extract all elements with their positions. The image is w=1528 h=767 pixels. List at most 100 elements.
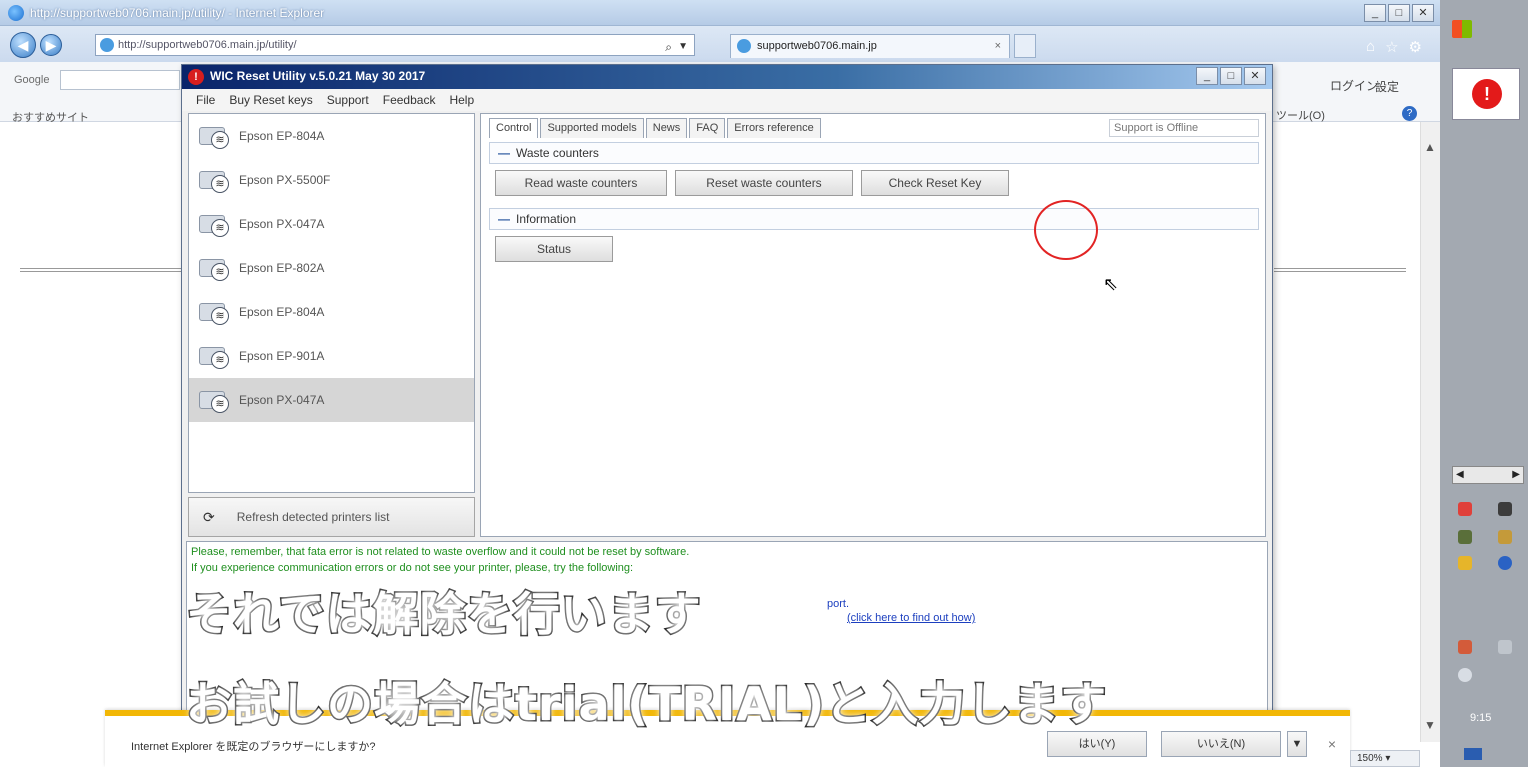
tray-pen-icon[interactable] — [1498, 502, 1512, 516]
subtitle-line-2: お試しの場合はtrial(TRIAL)と入力します — [184, 676, 1108, 733]
mouse-pointer-icon: ⇖ — [1103, 274, 1119, 294]
collapse-icon[interactable]: — — [498, 146, 510, 160]
info-line: If you experience communication errors o… — [191, 562, 634, 574]
information-header[interactable]: — Information — [489, 208, 1259, 230]
menu-file[interactable]: File — [196, 93, 215, 107]
forward-icon[interactable]: ▶ — [40, 34, 62, 56]
tab-control[interactable]: Control — [489, 118, 539, 138]
page-divider — [1274, 268, 1406, 272]
wic-menubar: File Buy Reset keys Support Feedback Hel… — [182, 89, 1272, 111]
page-divider — [20, 268, 185, 272]
settings-link[interactable]: 設定 — [1375, 78, 1399, 95]
horizontal-scrollbar[interactable]: ◀ ▶ — [1452, 466, 1524, 484]
page-scrollbar[interactable] — [1420, 122, 1440, 742]
printer-name: Epson EP-804A — [239, 305, 325, 319]
tab-supported-models[interactable]: Supported models — [540, 118, 644, 138]
browser-tab[interactable]: supportweb0706.main.jp × — [730, 34, 1010, 58]
menu-help[interactable]: Help — [449, 93, 474, 107]
new-tab-button[interactable] — [1014, 34, 1036, 58]
wic-titlebar: ! WIC Reset Utility v.5.0.21 May 30 2017… — [182, 65, 1272, 89]
desktop-sidebar: ! ◀ ▶ 9:15 — [1440, 0, 1528, 767]
tray-alert-icon[interactable] — [1458, 502, 1472, 516]
gear-icon[interactable]: ⚙ — [1409, 38, 1422, 56]
tray-tool-icon[interactable] — [1498, 530, 1512, 544]
printer-item-selected[interactable]: ≋ Epson PX-047A — [189, 378, 474, 422]
printer-item[interactable]: ≋ Epson PX-047A — [189, 202, 474, 246]
favorites-star-icon[interactable]: ☆ — [1385, 38, 1398, 56]
minimize-button[interactable]: _ — [1364, 4, 1386, 22]
back-icon[interactable]: ◀ — [10, 32, 36, 58]
printer-name: Epson EP-901A — [239, 349, 325, 363]
scroll-right-icon[interactable]: ▶ — [1512, 467, 1520, 483]
notification-no-button[interactable]: いいえ(N) — [1161, 731, 1281, 757]
tray-display-icon[interactable] — [1498, 640, 1512, 654]
printer-item[interactable]: ≋ Epson EP-901A — [189, 334, 474, 378]
google-toolbar-label: Google — [14, 74, 50, 86]
printer-item[interactable]: ≋ Epson PX-5500F — [189, 158, 474, 202]
wifi-printer-icon: ≋ — [199, 253, 229, 283]
refresh-icon: ⟳ — [203, 508, 215, 525]
browser-titlebar: http://supportweb0706.main.jp/utility/ -… — [0, 0, 1440, 26]
search-icon[interactable]: ⌕ — [665, 37, 672, 57]
login-link[interactable]: ログイン — [1330, 77, 1378, 94]
info-line: Please, remember, that fata error is not… — [191, 546, 690, 558]
printer-item[interactable]: ≋ Epson EP-804A — [189, 290, 474, 334]
scroll-left-icon[interactable]: ◀ — [1456, 467, 1464, 483]
tray-help-icon[interactable] — [1498, 556, 1512, 570]
notification-yes-button[interactable]: はい(Y) — [1047, 731, 1147, 757]
subtitle-line-1: それでは解除を行います — [185, 586, 703, 643]
waste-counters-header[interactable]: — Waste counters — [489, 142, 1259, 164]
printer-name: Epson PX-5500F — [239, 173, 331, 187]
close-button[interactable]: ✕ — [1412, 4, 1434, 22]
notification-dropdown-icon[interactable]: ▼ — [1287, 731, 1307, 757]
printer-item[interactable]: ≋ Epson EP-802A — [189, 246, 474, 290]
url-input[interactable]: http://supportweb0706.main.jp/utility/ ⌕… — [95, 34, 695, 56]
tools-menu[interactable]: ツール(O) — [1276, 107, 1325, 123]
check-reset-key-button[interactable]: Check Reset Key — [861, 170, 1009, 196]
reset-waste-counters-button[interactable]: Reset waste counters — [675, 170, 853, 196]
printer-name: Epson EP-804A — [239, 129, 325, 143]
tab-close-icon[interactable]: × — [995, 35, 1001, 57]
ie-logo-icon — [8, 5, 24, 21]
tray-network-icon[interactable] — [1458, 640, 1472, 654]
zoom-level[interactable]: 150% ▾ — [1350, 750, 1420, 767]
wifi-printer-icon: ≋ — [199, 209, 229, 239]
info-link[interactable]: (click here to find out how) — [847, 612, 975, 624]
home-icon[interactable]: ⌂ — [1366, 38, 1375, 56]
refresh-printers-button[interactable]: ⟳ Refresh detected printers list — [188, 497, 475, 537]
show-desktop-icon[interactable] — [1464, 748, 1482, 760]
google-search-input[interactable] — [60, 70, 180, 90]
status-button[interactable]: Status — [495, 236, 613, 262]
help-icon[interactable]: ? — [1402, 106, 1417, 121]
page-icon — [100, 38, 114, 52]
wic-maximize-button[interactable]: □ — [1220, 67, 1242, 85]
tray-input-icon[interactable] — [1458, 530, 1472, 544]
information-title: Information — [516, 212, 577, 226]
tray-volume-icon[interactable] — [1458, 668, 1472, 682]
control-panel: Control Supported models News FAQ Errors… — [480, 113, 1266, 537]
read-waste-counters-button[interactable]: Read waste counters — [495, 170, 667, 196]
wic-desktop-shortcut[interactable]: ! — [1452, 68, 1520, 120]
tab-faq[interactable]: FAQ — [689, 118, 726, 138]
tab-errors-reference[interactable]: Errors reference — [727, 118, 821, 138]
wic-logo-icon: ! — [1472, 79, 1502, 109]
collapse-icon[interactable]: — — [498, 212, 510, 226]
maximize-button[interactable]: □ — [1388, 4, 1410, 22]
chevron-down-icon[interactable]: ▼ — [678, 37, 688, 57]
tab-favicon-icon — [737, 39, 751, 53]
notification-close-icon[interactable]: × — [1328, 736, 1336, 752]
printer-item[interactable]: ≋ Epson EP-804A — [189, 114, 474, 158]
wic-close-button[interactable]: ✕ — [1244, 67, 1266, 85]
scroll-down-icon[interactable]: ▼ — [1422, 718, 1438, 734]
wifi-printer-icon: ≋ — [199, 341, 229, 371]
menu-support[interactable]: Support — [327, 93, 369, 107]
info-link-text[interactable]: (click here to find out how) — [847, 612, 975, 624]
menu-buy-reset-keys[interactable]: Buy Reset keys — [229, 93, 312, 107]
tab-news[interactable]: News — [645, 118, 688, 138]
menu-feedback[interactable]: Feedback — [383, 93, 436, 107]
tray-folder-icon[interactable] — [1458, 556, 1472, 570]
info-line: port. — [827, 598, 850, 610]
wic-minimize-button[interactable]: _ — [1196, 67, 1218, 85]
support-status-indicator: Support is Offline — [1109, 119, 1259, 137]
scroll-up-icon[interactable]: ▲ — [1422, 140, 1438, 156]
